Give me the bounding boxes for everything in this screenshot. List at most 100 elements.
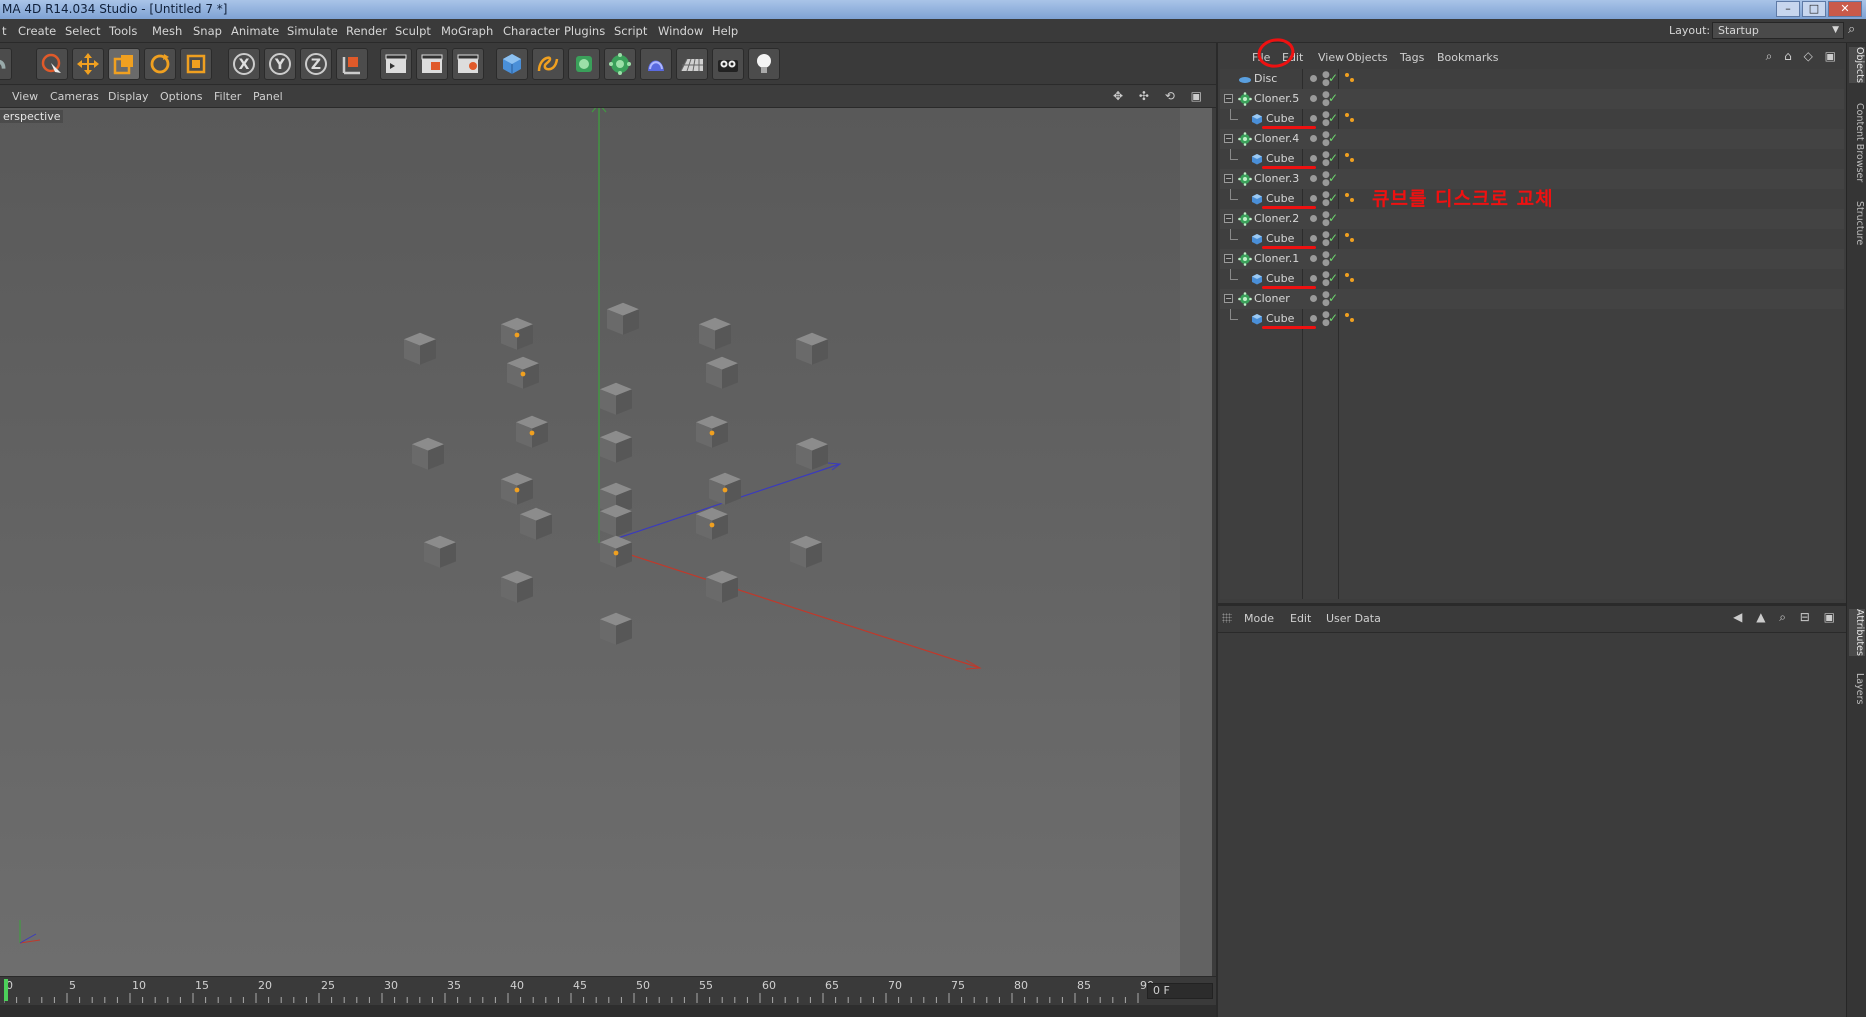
x-axis-icon[interactable]: X xyxy=(228,48,260,80)
layer-dot-icon[interactable] xyxy=(1310,215,1317,222)
cube-clone[interactable] xyxy=(412,437,444,470)
viewport-menu-cameras[interactable]: Cameras xyxy=(50,90,99,103)
am-menu-mode[interactable]: Mode xyxy=(1244,612,1274,625)
object-name[interactable]: Cloner.4 xyxy=(1254,132,1299,145)
enabled-check-icon[interactable]: ✓ xyxy=(1328,171,1338,185)
render-view-icon[interactable] xyxy=(380,48,412,80)
layer-dot-icon[interactable] xyxy=(1310,295,1317,302)
cube-clone[interactable] xyxy=(600,612,632,645)
enabled-check-icon[interactable]: ✓ xyxy=(1328,231,1338,245)
minimize-button[interactable]: – xyxy=(1776,1,1800,17)
object-name[interactable]: Cube xyxy=(1266,312,1294,325)
expand-toggle-icon[interactable]: − xyxy=(1224,214,1233,223)
viewport-menu-panel[interactable]: Panel xyxy=(253,90,283,103)
cube-clone[interactable] xyxy=(600,430,632,463)
layer-dot-icon[interactable] xyxy=(1310,235,1317,242)
panel-grip-icon[interactable] xyxy=(1222,613,1232,623)
side-tab-structure[interactable]: Structure xyxy=(1849,201,1865,245)
tag-icon[interactable] xyxy=(1344,192,1356,204)
am-menu-edit[interactable]: Edit xyxy=(1290,612,1311,625)
object-name[interactable]: Cloner xyxy=(1254,292,1290,305)
tag-icon[interactable] xyxy=(1344,312,1356,324)
enabled-check-icon[interactable]: ✓ xyxy=(1328,251,1338,265)
menu-item-create[interactable]: Create xyxy=(18,24,56,38)
cube-clone[interactable] xyxy=(516,415,548,448)
cube-clone[interactable] xyxy=(424,535,456,568)
cube-clone[interactable] xyxy=(696,415,728,448)
cube-clone[interactable] xyxy=(709,472,741,505)
menu-item-mesh[interactable]: Mesh xyxy=(152,24,182,38)
layer-dot-icon[interactable] xyxy=(1310,135,1317,142)
enabled-check-icon[interactable]: ✓ xyxy=(1328,91,1338,105)
object-name[interactable]: Cloner.2 xyxy=(1254,212,1299,225)
enabled-check-icon[interactable]: ✓ xyxy=(1328,271,1338,285)
layer-dot-icon[interactable] xyxy=(1310,115,1317,122)
layer-dot-icon[interactable] xyxy=(1310,175,1317,182)
expand-toggle-icon[interactable]: − xyxy=(1224,134,1233,143)
cube-clone[interactable] xyxy=(600,382,632,415)
cube-clone[interactable] xyxy=(520,507,552,540)
scale-icon[interactable] xyxy=(108,48,140,80)
object-list[interactable]: Disc ● ● ✓ − Cloner.5 ● ● ✓ Cube ● ● ✓ − Cloner.4 ● ● ✓ Cu… xyxy=(1220,69,1844,599)
menu-item-sculpt[interactable]: Sculpt xyxy=(395,24,431,38)
timeline-ruler[interactable]: 051015202530354045505560657075808590 xyxy=(4,979,1154,1003)
object-row-cloner[interactable]: − Cloner.5 ● ● ✓ xyxy=(1220,89,1844,109)
menu-item-tools[interactable]: Tools xyxy=(109,24,137,38)
object-name[interactable]: Cube xyxy=(1266,112,1294,125)
object-row-disc[interactable]: Disc ● ● ✓ xyxy=(1220,69,1844,89)
object-row-cloner[interactable]: − Cloner.2 ● ● ✓ xyxy=(1220,209,1844,229)
object-row-cloner[interactable]: − Cloner.4 ● ● ✓ xyxy=(1220,129,1844,149)
enabled-check-icon[interactable]: ✓ xyxy=(1328,111,1338,125)
enabled-check-icon[interactable]: ✓ xyxy=(1328,291,1338,305)
cube-clone[interactable] xyxy=(696,507,728,540)
cube-clone[interactable] xyxy=(507,356,539,389)
enabled-check-icon[interactable]: ✓ xyxy=(1328,151,1338,165)
object-name[interactable]: Cube xyxy=(1266,232,1294,245)
viewport-menu-filter[interactable]: Filter xyxy=(214,90,241,103)
cube-clone[interactable] xyxy=(501,317,533,350)
cube-clone[interactable] xyxy=(706,570,738,603)
deformer-icon[interactable] xyxy=(640,48,672,80)
live-selection-icon[interactable] xyxy=(36,48,68,80)
menu-item-file-partial[interactable]: t xyxy=(2,24,7,38)
timeline[interactable]: 051015202530354045505560657075808590 0 F xyxy=(0,976,1216,1017)
spline-icon[interactable] xyxy=(532,48,564,80)
viewport-menu-display[interactable]: Display xyxy=(108,90,149,103)
viewport-menu-options[interactable]: Options xyxy=(160,90,202,103)
recent-tool-icon[interactable] xyxy=(180,48,212,80)
undo-icon[interactable] xyxy=(0,48,12,80)
layer-dot-icon[interactable] xyxy=(1310,95,1317,102)
search-icon[interactable]: ⌕ xyxy=(1848,22,1855,37)
cube-clone[interactable] xyxy=(600,504,632,537)
menu-item-mograph[interactable]: MoGraph xyxy=(441,24,493,38)
rotate-icon[interactable] xyxy=(144,48,176,80)
cube-clone[interactable] xyxy=(796,437,828,470)
z-axis-icon[interactable]: Z xyxy=(300,48,332,80)
viewport-navigation-icons[interactable]: ✥ ✣ ⟲ ▣ xyxy=(1113,89,1208,103)
floor-icon[interactable] xyxy=(676,48,708,80)
object-name[interactable]: Cloner.3 xyxy=(1254,172,1299,185)
cube-clone[interactable] xyxy=(404,332,436,365)
object-row-cloner[interactable]: − Cloner.1 ● ● ✓ xyxy=(1220,249,1844,269)
side-tab-layers[interactable]: Layers xyxy=(1849,673,1865,704)
move-icon[interactable] xyxy=(72,48,104,80)
enabled-check-icon[interactable]: ✓ xyxy=(1328,131,1338,145)
object-name[interactable]: Disc xyxy=(1254,72,1277,85)
expand-toggle-icon[interactable]: − xyxy=(1224,94,1233,103)
enabled-check-icon[interactable]: ✓ xyxy=(1328,191,1338,205)
render-picture-viewer-icon[interactable] xyxy=(416,48,448,80)
layer-dot-icon[interactable] xyxy=(1310,155,1317,162)
y-axis-icon[interactable]: Y xyxy=(264,48,296,80)
menu-item-simulate[interactable]: Simulate xyxy=(287,24,338,38)
menu-item-script[interactable]: Script xyxy=(614,24,647,38)
menu-item-help[interactable]: Help xyxy=(712,24,738,38)
camera-icon[interactable] xyxy=(712,48,744,80)
cube-clone[interactable] xyxy=(600,535,632,568)
om-menu-tags[interactable]: Tags xyxy=(1400,51,1424,64)
maximize-button[interactable]: □ xyxy=(1802,1,1826,17)
cube-clone[interactable] xyxy=(790,535,822,568)
menu-item-window[interactable]: Window xyxy=(658,24,703,38)
current-frame-field[interactable]: 0 F xyxy=(1147,983,1213,999)
close-button[interactable]: ✕ xyxy=(1828,1,1862,17)
layout-dropdown[interactable]: Startup ▼ xyxy=(1712,22,1844,39)
